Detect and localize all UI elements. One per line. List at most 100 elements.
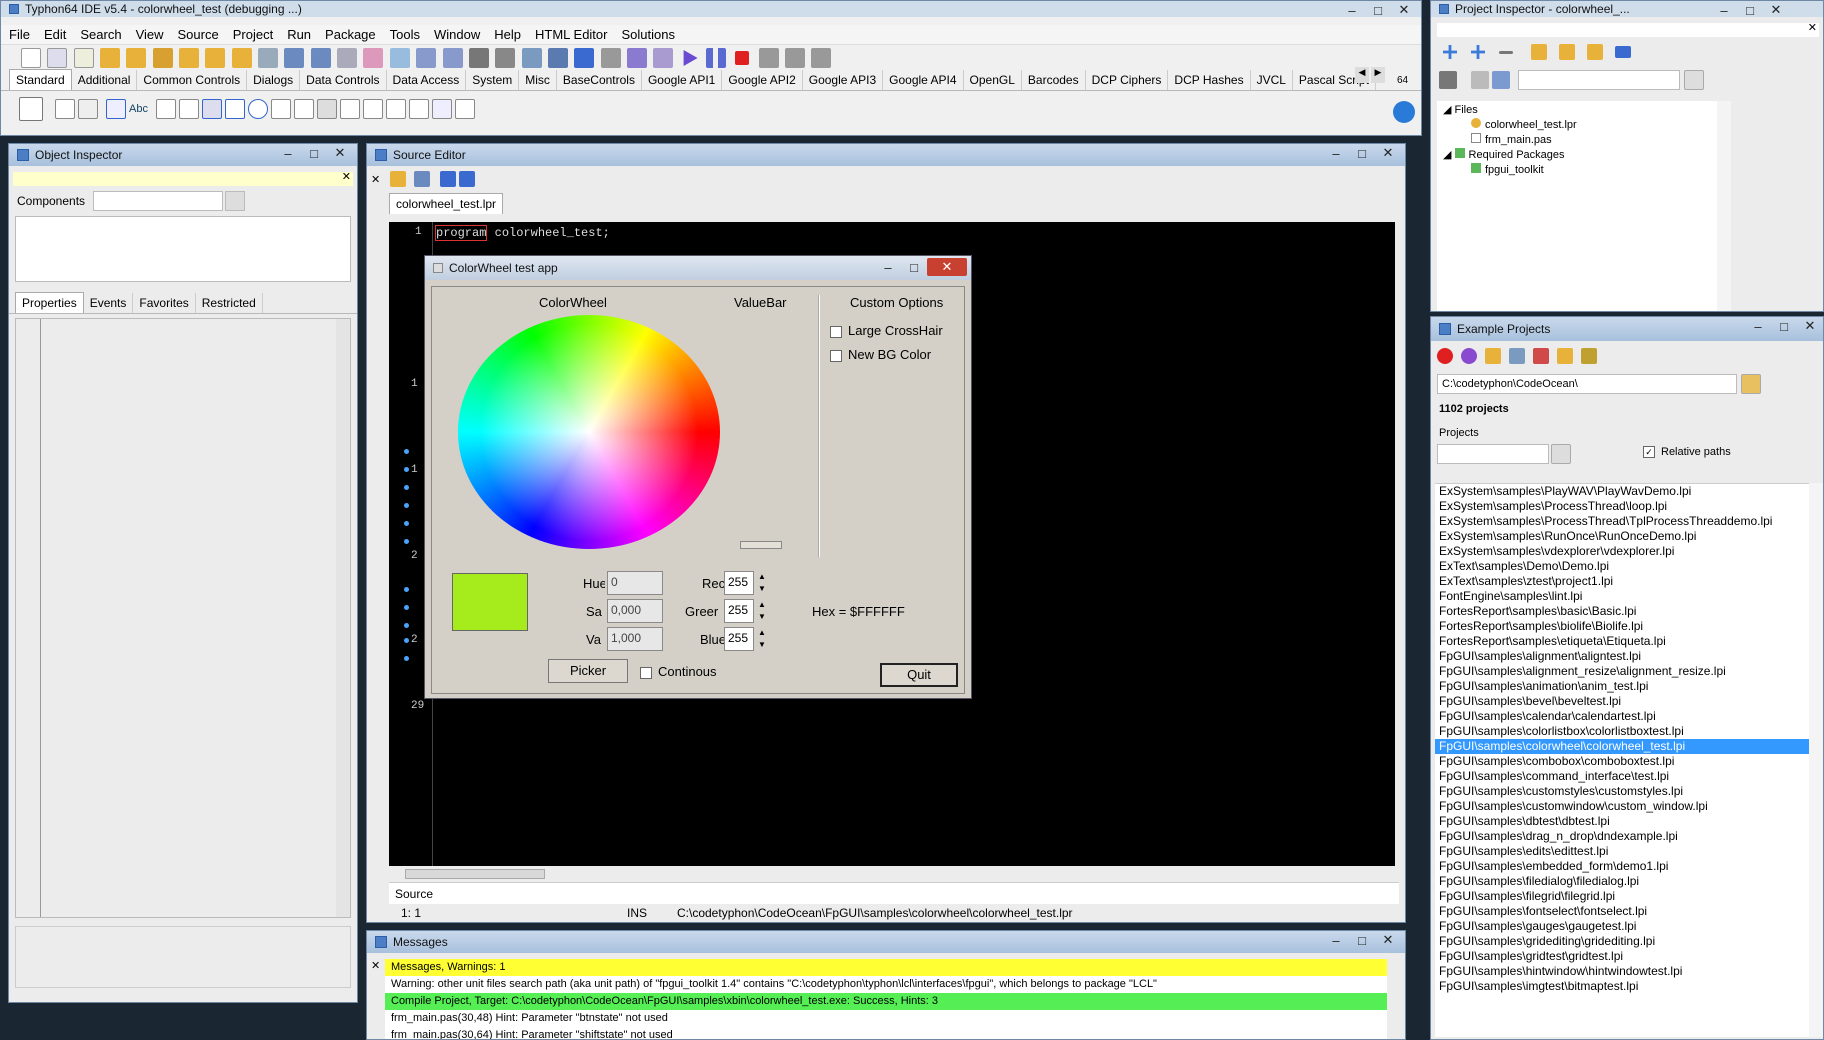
palette-tab-misc[interactable]: Misc <box>519 70 557 90</box>
picker-button[interactable]: Picker <box>548 659 628 683</box>
palette-tab-common-controls[interactable]: Common Controls <box>137 70 248 90</box>
add-dependency-icon[interactable] <box>1471 45 1485 59</box>
project-list-item[interactable]: ExText\samples\ztest\project1.lpi <box>1435 574 1809 589</box>
run-options-icon[interactable] <box>495 48 516 68</box>
browse-folder-icon[interactable] <box>1741 374 1761 394</box>
palette-tab-dcp-ciphers[interactable]: DCP Ciphers <box>1086 70 1169 90</box>
menu-run[interactable]: Run <box>287 27 311 42</box>
breakpoint-dot[interactable] <box>404 521 409 526</box>
step-over-icon[interactable] <box>784 48 805 68</box>
editor-vscrollbar[interactable] <box>1395 222 1405 866</box>
breakpoint-dot[interactable] <box>404 539 409 544</box>
settings-icon[interactable] <box>1581 348 1597 364</box>
project-list-item[interactable]: FpGUI\samples\customstyles\customstyles.… <box>1435 784 1809 799</box>
blue-spin-arrows-icon[interactable]: ▲ ▼ <box>756 627 768 651</box>
tab-properties[interactable]: Properties <box>15 292 84 313</box>
required-packages-node[interactable]: ◢ Required Packages <box>1437 146 1717 161</box>
value-bar-marker[interactable] <box>740 541 782 549</box>
listbox-icon[interactable] <box>270 98 291 119</box>
breakpoint-dot[interactable] <box>404 638 409 643</box>
save-all-icon[interactable] <box>310 48 331 68</box>
refresh-icon[interactable] <box>1461 348 1477 364</box>
add-icon[interactable] <box>1443 45 1457 59</box>
frame-icon[interactable] <box>431 98 452 119</box>
project-list-item[interactable]: FpGUI\samples\imgtest\bitmaptest.lpi <box>1435 979 1809 994</box>
pi-tree[interactable]: ◢ Files colorwheel_test.lpr frm_main.pas… <box>1437 101 1717 311</box>
editor-hscrollbar[interactable] <box>389 866 1395 882</box>
project-list-item[interactable]: FpGUI\samples\filegrid\filegrid.lpi <box>1435 889 1809 904</box>
green-spin-arrows-icon[interactable]: ▲ ▼ <box>756 599 768 623</box>
radiogroup-icon[interactable] <box>362 98 383 119</box>
breakpoint-dot[interactable] <box>404 587 409 592</box>
step-into-icon[interactable] <box>758 48 779 68</box>
maximize-icon[interactable]: □ <box>1771 317 1797 335</box>
radiobutton-icon[interactable] <box>247 98 268 119</box>
jump-forward-icon[interactable] <box>459 171 476 187</box>
menu-view[interactable]: View <box>136 27 164 42</box>
close-icon[interactable]: ✕ <box>1375 144 1401 162</box>
project-list-item[interactable]: FpGUI\samples\dbtest\dbtest.lpi <box>1435 814 1809 829</box>
tab-favorites[interactable]: Favorites <box>133 293 196 313</box>
sort-alpha-icon[interactable] <box>1471 71 1489 89</box>
sort-type-icon[interactable] <box>1492 71 1510 89</box>
breakpoint-dot[interactable] <box>404 485 409 490</box>
palette-tab-google-api4[interactable]: Google API4 <box>883 70 964 90</box>
messages-list[interactable]: Messages, Warnings: 1 Warning: other unit… <box>385 959 1387 1039</box>
project-list-item[interactable]: ExSystem\samples\ProcessThread\TplProces… <box>1435 514 1809 529</box>
project-list-item[interactable]: FpGUI\samples\command_interface\test.lpi <box>1435 769 1809 784</box>
jump-back-icon[interactable] <box>440 171 457 187</box>
close-icon[interactable]: ✕ <box>1375 931 1401 949</box>
new-unit-icon[interactable] <box>73 48 94 68</box>
compile-icon[interactable] <box>574 48 595 68</box>
close-icon[interactable]: ✕ <box>1763 1 1789 19</box>
panel-icon[interactable] <box>408 98 429 119</box>
project-list-item[interactable]: FpGUI\samples\colorlistbox\colorlistboxt… <box>1435 724 1809 739</box>
pause-icon[interactable] <box>705 48 726 68</box>
project-list-item[interactable]: FpGUI\samples\bevel\beveltest.lpi <box>1435 694 1809 709</box>
val-field[interactable]: 1,000 <box>607 627 663 651</box>
menu-file[interactable]: File <box>9 27 30 42</box>
menu-window[interactable]: Window <box>434 27 480 42</box>
maximize-icon[interactable]: □ <box>1349 144 1375 162</box>
project-list-item[interactable]: FpGUI\samples\edits\edittest.lpi <box>1435 844 1809 859</box>
project-list-item[interactable]: FortesReport\samples\etiqueta\Etiqueta.l… <box>1435 634 1809 649</box>
project-list-item[interactable]: FpGUI\samples\hintwindow\hintwindowtest.… <box>1435 964 1809 979</box>
project-list-item[interactable]: FortesReport\samples\basic\Basic.lpi <box>1435 604 1809 619</box>
package-remove-icon[interactable] <box>231 48 252 68</box>
more-icon[interactable] <box>1559 44 1575 60</box>
open-example-icon[interactable] <box>1485 348 1501 364</box>
stop-icon[interactable] <box>1437 348 1453 364</box>
hue-field[interactable]: 0 <box>607 571 663 595</box>
project-list-item[interactable]: FpGUI\samples\embedded_form\demo1.lpi <box>1435 859 1809 874</box>
maximize-icon[interactable]: □ <box>1349 931 1375 949</box>
palette-tab-data-access[interactable]: Data Access <box>387 70 467 90</box>
property-grid-scrollbar[interactable] <box>336 319 350 917</box>
project-list-item[interactable]: ExSystem\samples\RunOnce\RunOnceDemo.lpi <box>1435 529 1809 544</box>
message-row[interactable]: Messages, Warnings: 1 <box>385 959 1387 976</box>
filter-clear-icon[interactable] <box>225 191 245 211</box>
palette-scroll-right-icon[interactable]: ▶ <box>1371 67 1385 83</box>
message-row[interactable]: frm_main.pas(30,48) Hint: Parameter "btn… <box>385 1010 1387 1027</box>
minimize-icon[interactable]: – <box>875 258 901 276</box>
attach-icon[interactable] <box>653 48 674 68</box>
gear-icon[interactable] <box>521 48 542 68</box>
open-dropdown-icon[interactable] <box>258 48 279 68</box>
files-node[interactable]: ◢ Files <box>1437 101 1717 116</box>
maximize-icon[interactable]: □ <box>301 144 327 162</box>
breakpoint-dot[interactable] <box>404 605 409 610</box>
hscroll-thumb[interactable] <box>405 869 545 879</box>
quit-button[interactable]: Quit <box>880 663 958 687</box>
close-icon[interactable]: ✕ <box>327 144 353 162</box>
projects-filter-input[interactable] <box>1437 444 1549 464</box>
palette-tab-jvcl[interactable]: JVCL <box>1251 70 1293 90</box>
toggle-form-icon[interactable] <box>389 48 410 68</box>
filter-clear-icon[interactable] <box>1551 444 1571 464</box>
minimize-icon[interactable]: – <box>275 144 301 162</box>
menu-source[interactable]: Source <box>178 27 219 42</box>
build-icon[interactable] <box>468 48 489 68</box>
project-list-item[interactable]: ExSystem\samples\vdexplorer\vdexplorer.l… <box>1435 544 1809 559</box>
togglebox-icon[interactable] <box>201 98 222 119</box>
project-list-item[interactable]: FpGUI\samples\drag_n_drop\dndexample.lpi <box>1435 829 1809 844</box>
menu-tools[interactable]: Tools <box>390 27 420 42</box>
menu-project[interactable]: Project <box>233 27 273 42</box>
